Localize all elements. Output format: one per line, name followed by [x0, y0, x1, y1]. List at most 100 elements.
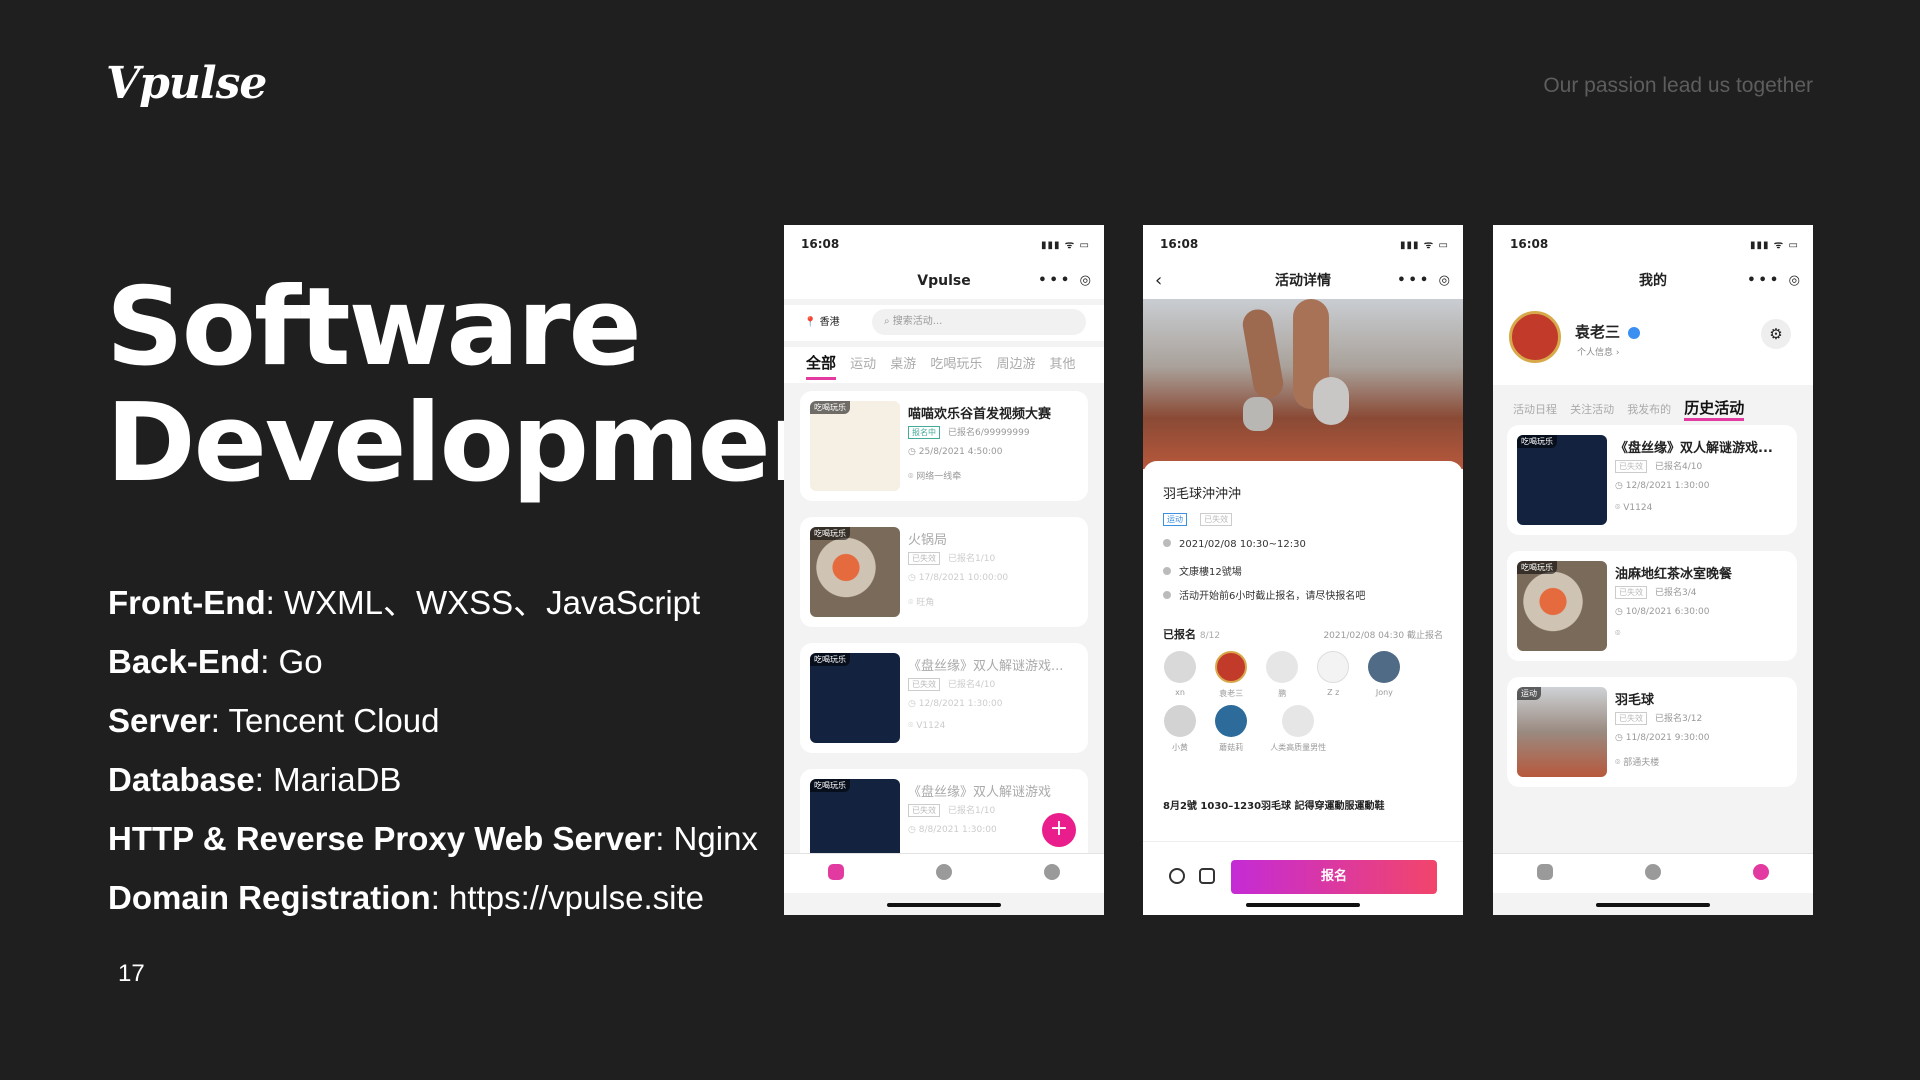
- spec-webserver: HTTP & Reverse Proxy Web Server: Nginx: [108, 820, 758, 857]
- status-badge: 已失效: [1615, 712, 1647, 725]
- avatar: [1282, 705, 1315, 737]
- participant[interactable]: Z z: [1314, 651, 1352, 697]
- activity-place: ⌾ 网络一线牵: [908, 472, 962, 482]
- signup-button[interactable]: 报名: [1231, 860, 1437, 894]
- status-icons: ▮▮▮ ᯤ ▭: [1399, 240, 1449, 251]
- tab-food-fun[interactable]: 吃喝玩乐: [930, 347, 982, 383]
- avatar: [1215, 705, 1248, 737]
- activity-place: ⌾ V1124: [1615, 503, 1653, 513]
- title-line-1: Software: [106, 265, 642, 390]
- activity-card[interactable]: 吃喝玩乐 喵喵欢乐谷首发视频大赛 报名中 已报名6/99999999 ◷ 25/8…: [800, 391, 1088, 501]
- event-notice: 活动开始前6小时截止报名，请尽快报名吧: [1163, 587, 1365, 602]
- home-indicator: [1596, 903, 1710, 907]
- activity-card[interactable]: 运动 羽毛球 已失效 已报名3/12 ◷ 11/8/2021 9:30:00 ⌾ …: [1507, 677, 1797, 787]
- page-number: 17: [118, 960, 145, 987]
- search-placeholder: 搜索活动...: [892, 316, 943, 327]
- category-badge: 运动: [1163, 513, 1187, 526]
- activity-card[interactable]: 吃喝玩乐 油麻地红茶冰室晚餐 已失效 已报名3/4 ◷ 10/8/2021 6:3…: [1507, 551, 1797, 661]
- profile-tab-icon[interactable]: [1753, 864, 1769, 880]
- tab-following[interactable]: 关注活动: [1570, 401, 1614, 417]
- activity-place: ⌾ 部通夫楼: [1615, 758, 1660, 768]
- gear-icon[interactable]: ⚙: [1761, 319, 1791, 349]
- home-indicator: [1246, 903, 1360, 907]
- status-bar: 16:08 ▮▮▮ ᯤ ▭: [1493, 225, 1813, 263]
- participant[interactable]: 人类高质量男性: [1263, 705, 1333, 753]
- home-tab-icon[interactable]: [828, 864, 844, 880]
- vpulse-logo: Vpulse: [106, 58, 267, 109]
- activity-time: ◷ 25/8/2021 4:50:00: [908, 447, 1003, 457]
- avatar: [1317, 651, 1350, 683]
- signup-header: 已报名 8/12: [1163, 628, 1221, 641]
- signup-deadline: 2021/02/08 04:30 截止报名: [1323, 631, 1443, 641]
- signup-count: 已报名4/10: [948, 680, 996, 690]
- participant[interactable]: 蘑菇莉: [1212, 705, 1250, 753]
- tab-sports[interactable]: 运动: [850, 347, 876, 383]
- participant[interactable]: 袁老三: [1212, 651, 1250, 699]
- participant[interactable]: 小黄: [1161, 705, 1199, 753]
- spec-backend: Back-End: Go: [108, 643, 323, 680]
- status-time: 16:08: [1160, 237, 1199, 251]
- tab-all[interactable]: 全部: [806, 349, 837, 380]
- follow-icon[interactable]: [1199, 868, 1215, 884]
- spec-database: Database: MariaDB: [108, 761, 402, 798]
- phone-screen-home: 16:08 ▮▮▮ ᯤ ▭ Vpulse ••• ◎ 📍 香港 ⌕ 搜索活动..…: [784, 225, 1104, 915]
- profile-tab-icon[interactable]: [1044, 864, 1060, 880]
- event-cover-image: [1143, 299, 1463, 469]
- avatar: [1164, 651, 1196, 683]
- nav-title: 活动详情: [1275, 273, 1331, 289]
- phone-screen-profile: 16:08 ▮▮▮ ᯤ ▭ 我的 ••• ◎ 袁老三 个人信息 › ⚙ 活动日程…: [1493, 225, 1813, 915]
- activity-card[interactable]: 吃喝玩乐 《盘丝缘》双人解谜游戏... 已失效 已报名4/10 ◷ 12/8/20…: [1507, 425, 1797, 535]
- activity-title: 《盘丝缘》双人解谜游戏...: [1615, 441, 1773, 456]
- personal-info-link[interactable]: 个人信息 ›: [1577, 345, 1619, 358]
- tab-published[interactable]: 我发布的: [1627, 401, 1671, 417]
- activity-place: ⌾ V1124: [908, 721, 946, 731]
- activity-thumbnail: 吃喝玩乐: [1517, 561, 1607, 651]
- tab-other[interactable]: 其他: [1050, 347, 1076, 383]
- status-bar: 16:08 ▮▮▮ ᯤ ▭: [784, 225, 1104, 263]
- avatar[interactable]: [1509, 311, 1561, 363]
- participant[interactable]: xn: [1161, 651, 1199, 697]
- status-badge: 已失效: [1615, 586, 1647, 599]
- tab-trips[interactable]: 周边游: [996, 347, 1035, 383]
- nav-title: 我的: [1639, 273, 1667, 289]
- activity-place: ⌾: [1615, 629, 1621, 639]
- tab-history[interactable]: 历史活动: [1684, 397, 1745, 421]
- signup-count: 已报名1/10: [948, 806, 996, 816]
- tab-bar: [784, 853, 1104, 893]
- activity-thumbnail: 吃喝玩乐: [810, 401, 900, 491]
- tab-schedule[interactable]: 活动日程: [1513, 401, 1557, 417]
- location-selector[interactable]: 📍 香港: [804, 313, 840, 328]
- back-arrow-icon[interactable]: ‹: [1155, 263, 1162, 299]
- home-tab-icon[interactable]: [1537, 864, 1553, 880]
- messages-tab-icon[interactable]: [936, 864, 952, 880]
- profile-tabs: 活动日程 关注活动 我发布的 历史活动: [1513, 397, 1752, 421]
- miniprogram-capsule[interactable]: ••• ◎: [1389, 269, 1453, 293]
- event-note: 8月2號 1030–1230羽毛球 記得穿運動服運動鞋: [1163, 801, 1385, 812]
- event-venue[interactable]: 文康樓12號場: [1163, 563, 1242, 578]
- status-badge: 已失效: [908, 552, 940, 565]
- activity-card[interactable]: 吃喝玩乐 火锅局 已失效 已报名1/10 ◷ 17/8/2021 10:00:00…: [800, 517, 1088, 627]
- search-input[interactable]: ⌕ 搜索活动...: [872, 309, 1086, 335]
- activity-title: 羽毛球: [1615, 693, 1655, 708]
- activity-card[interactable]: 吃喝玩乐 《盘丝缘》双人解谜游戏... 已失效 已报名4/10 ◷ 12/8/20…: [800, 643, 1088, 753]
- activity-title: 喵喵欢乐谷首发视频大赛: [908, 407, 1052, 422]
- avatar: [1266, 651, 1299, 683]
- info-icon: [1163, 591, 1171, 599]
- miniprogram-capsule[interactable]: ••• ◎: [1739, 269, 1803, 293]
- tab-boardgames[interactable]: 桌游: [890, 347, 916, 383]
- avatar: [1164, 705, 1196, 737]
- status-badge: 报名中: [908, 426, 940, 439]
- participant[interactable]: 鹏: [1263, 651, 1301, 699]
- add-activity-button[interactable]: +: [1042, 813, 1076, 847]
- avatar: [1215, 651, 1248, 683]
- participant[interactable]: Jony: [1365, 651, 1403, 697]
- miniprogram-capsule[interactable]: ••• ◎: [1030, 269, 1094, 293]
- messages-tab-icon[interactable]: [1645, 864, 1661, 880]
- status-badge: 已失效: [908, 804, 940, 817]
- nav-bar: ‹ 活动详情 ••• ◎: [1143, 263, 1463, 299]
- spec-domain: Domain Registration: https://vpulse.site: [108, 879, 705, 916]
- user-name: 袁老三: [1575, 321, 1641, 342]
- share-icon[interactable]: [1169, 868, 1185, 884]
- signup-count: 已报名3/12: [1655, 714, 1703, 724]
- signup-count: 已报名1/10: [948, 554, 996, 564]
